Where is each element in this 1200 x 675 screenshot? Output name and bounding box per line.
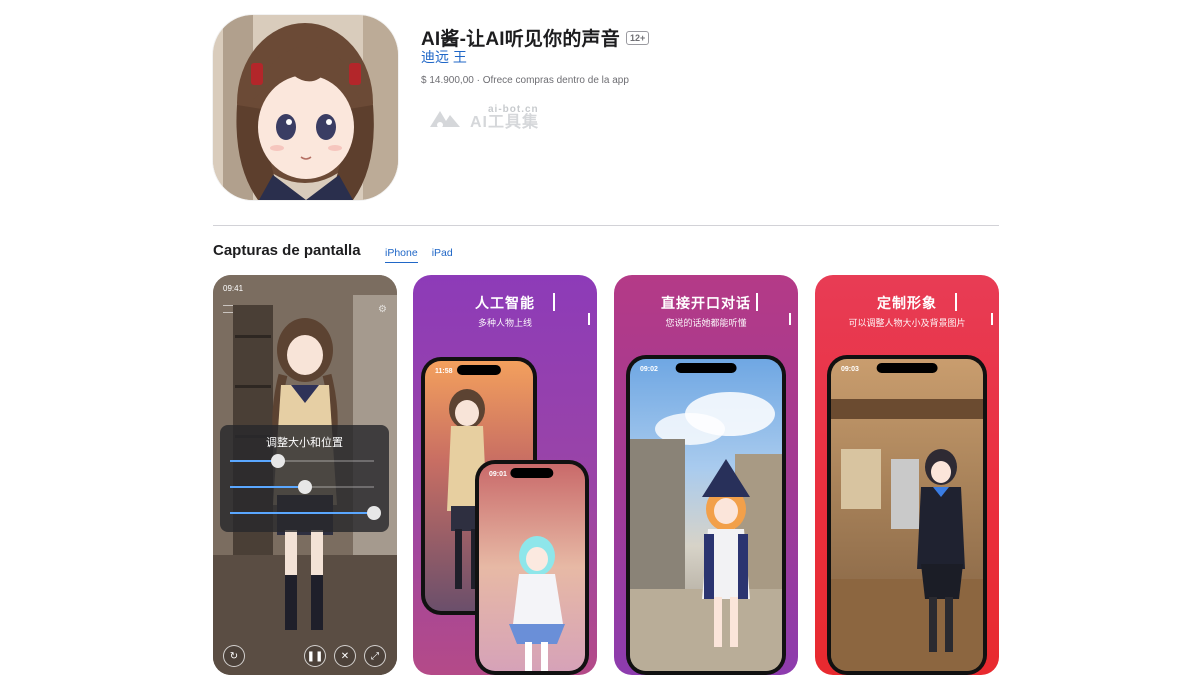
tab-ipad[interactable]: iPad [432,247,453,263]
shot-4-headline: 定制形象 [877,295,937,311]
resize-icon[interactable]: ⤢ [364,645,386,667]
text-cursor-small [991,313,993,325]
shot-3-subline: 您说的话她都能听懂 [665,318,747,328]
dynamic-island [456,365,502,375]
text-cursor [756,293,758,311]
adjust-panel: 调整大小和位置 [220,425,389,532]
shot-2-headline: 人工智能 [475,295,535,311]
anime-girl-icon [213,15,398,200]
text-cursor [955,293,957,311]
phone-front: 09:01 [475,460,589,675]
vertical-slider-fill [230,512,374,514]
horizontal-slider-fill [230,486,305,488]
device-tabs: iPhone iPad [385,247,453,263]
horizontal-slider[interactable] [230,480,374,494]
phone-4: 09:03 [827,355,987,675]
size-slider[interactable] [230,454,374,468]
developer-link[interactable]: 迪远 王 [421,47,467,67]
girl-blue-hair-figure [509,536,565,671]
horizontal-slider-knob[interactable] [297,480,312,494]
watermark: ai-bot.cn AI工具集 [426,105,539,131]
screenshot-1[interactable]: 09:41 ⚙ 调整大小和位置 ↻ ❚❚ ✕ ⤢ [213,275,397,675]
text-cursor [553,293,555,311]
phone-front-screen: 09:01 [479,464,585,671]
gear-icon[interactable]: ⚙ [378,304,387,315]
screenshot-4[interactable]: 定制形象 可以调整人物大小及背景图片 09:03 [815,275,999,675]
street-scene [630,392,782,671]
vertical-slider[interactable] [230,506,381,520]
pause-icon[interactable]: ❚❚ [304,645,326,667]
text-cursor-small [588,313,590,325]
shot-3-headline: 直接开口对话 [661,295,751,311]
vertical-slider-knob[interactable] [367,506,381,520]
dynamic-island-3 [675,363,737,373]
shot-2-header: 人工智能 多种人物上线 [413,293,597,329]
dynamic-island-front [510,468,554,478]
text-cursor-small [789,313,791,325]
section-divider [213,225,999,226]
age-rating-badge: 12+ [625,30,650,45]
watermark-logo-icon [430,111,460,128]
mute-icon[interactable]: ✕ [334,645,356,667]
phone-3: 09:02 [626,355,786,675]
tab-iphone[interactable]: iPhone [385,247,418,263]
shot-4-subline: 可以调整人物大小及背景图片 [848,318,966,328]
shot-3-header: 直接开口对话 您说的话她都能听懂 [614,293,798,329]
phone-4-screen: 09:03 [831,359,983,671]
app-store-page: AI酱-让AI听见你的声音 12+ 迪远 王 $ 14.900,00 · Ofr… [0,0,1200,675]
shot-2-subline: 多种人物上线 [477,318,532,328]
screenshots-heading: Capturas de pantalla [213,242,361,259]
room-scene [831,399,983,671]
phone-3-screen: 09:02 [630,359,782,671]
status-time: 09:41 [223,284,244,293]
screenshot-3[interactable]: 直接开口对话 您说的话她都能听懂 09:02 [614,275,798,675]
shot-4-header: 定制形象 可以调整人物大小及背景图片 [815,293,999,329]
dynamic-island-4 [876,363,938,373]
screenshot-2[interactable]: 人工智能 多种人物上线 11:58 09:01 [413,275,597,675]
price-line: $ 14.900,00 · Ofrece compras dentro de l… [421,75,629,86]
menu-icon[interactable] [223,305,233,313]
adjust-panel-title: 调整大小和位置 [266,437,343,449]
size-slider-knob[interactable] [270,454,285,468]
rotate-icon[interactable]: ↻ [223,645,245,667]
app-icon[interactable] [213,15,398,200]
watermark-name: AI工具集 [470,114,540,131]
